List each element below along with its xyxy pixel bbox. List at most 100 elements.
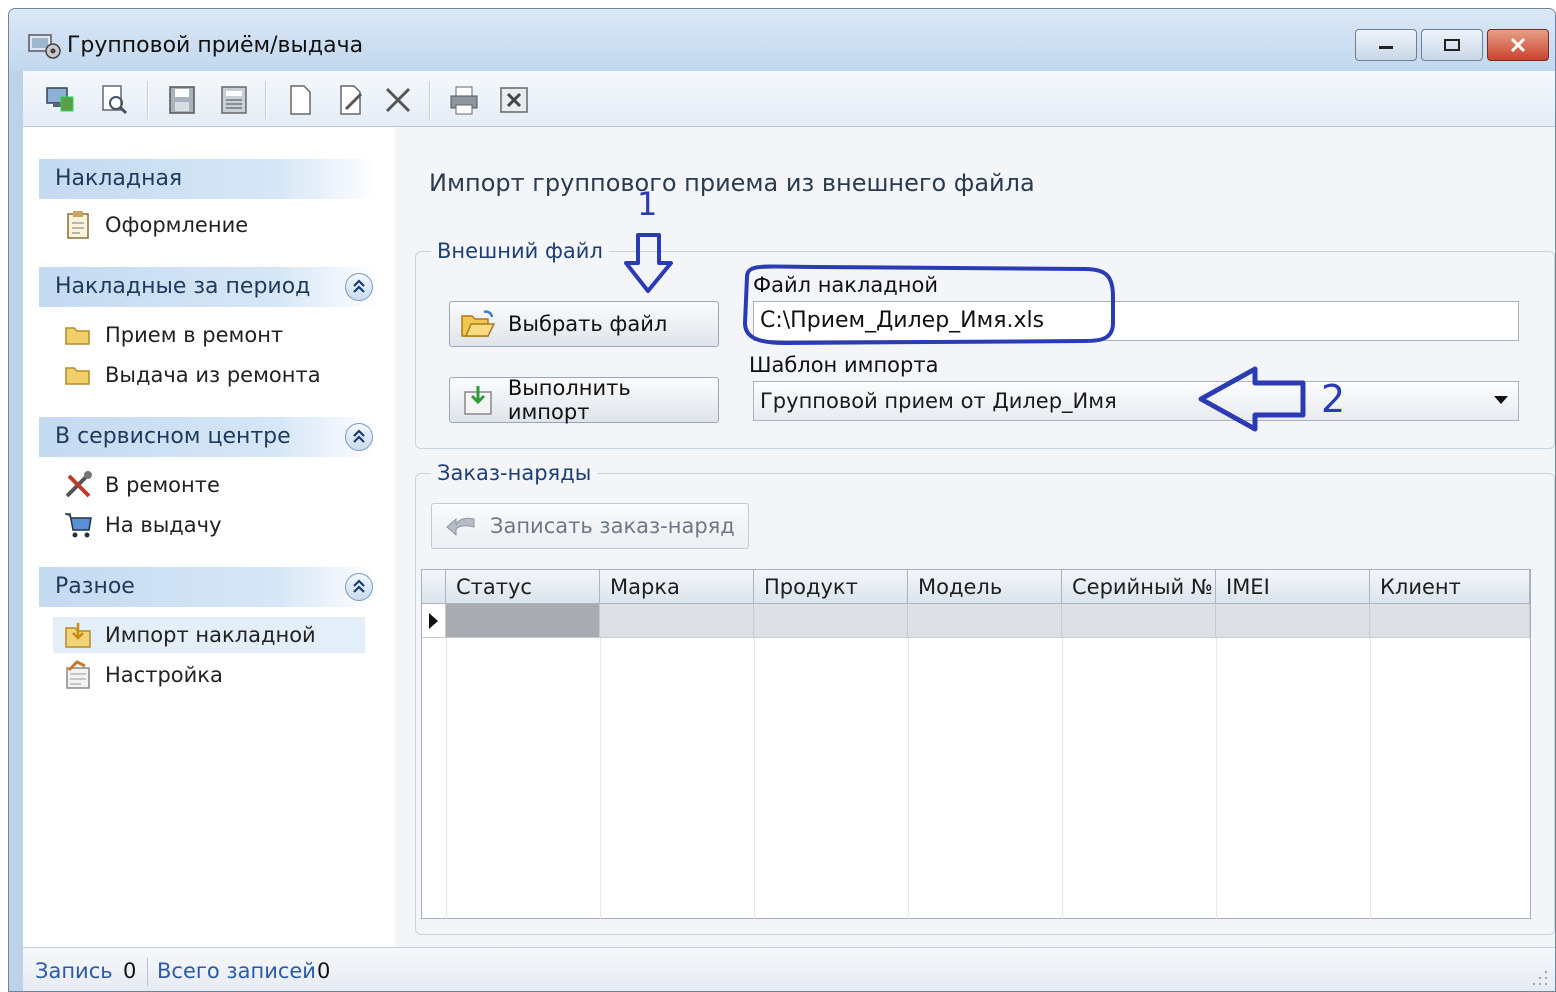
sidebar-item-intake[interactable]: Прием в ремонт [63,317,283,353]
grid-line [1062,638,1063,920]
sidebar-item-label: Настройка [105,663,223,687]
client-area: Накладная Оформление Накладные за период… [23,127,1555,947]
total-records-value: 0 [317,959,331,983]
collapse-group-button[interactable] [345,273,373,301]
choose-file-label: Выбрать файл [508,312,668,336]
sidebar-item-label: На выдачу [105,513,222,537]
close-button[interactable] [1487,29,1549,61]
row-indicator[interactable] [422,604,446,638]
table-cell[interactable] [1216,604,1370,638]
resize-grip-icon[interactable] [1527,966,1547,986]
window-title: Групповой приём/выдача [67,33,364,58]
file-path-input[interactable]: C:\Прием_Дилер_Имя.xls [753,301,1519,341]
return-arrow-icon [442,510,478,542]
toolbar-separator [265,81,267,119]
preview-icon [102,85,128,115]
file-invoice-label: Файл накладной [753,273,939,297]
column-header-status[interactable]: Статус [446,570,600,604]
total-records-label: Всего записей [157,959,316,983]
group-header-label: Накладные за период [55,274,311,299]
app-icon [28,34,61,59]
toolbar-save-button[interactable] [165,83,199,117]
toolbar-separator [429,81,431,119]
annotation-number-2: 2 [1321,377,1346,421]
sidebar-item-label: Прием в ремонт [105,323,284,347]
grid-line [1216,638,1217,920]
page-title: Импорт группового приема из внешнего фай… [429,169,1035,197]
chevron-up-icon [353,279,365,293]
grid-line [908,638,909,920]
toolbar-excel-button[interactable] [497,83,531,117]
table-cell[interactable] [754,604,908,638]
external-file-legend: Внешний файл [431,239,609,263]
delete-icon [385,87,411,113]
maximize-icon [1444,39,1460,51]
toolbar-preview-button[interactable] [97,83,131,117]
toolbar-save-all-button[interactable] [217,83,251,117]
toolbar-computer-button[interactable] [43,83,77,117]
row-indicator-header [422,570,446,604]
grid-line [600,638,601,920]
column-header-serial[interactable]: Серийный № [1062,570,1216,604]
table-cell[interactable] [1062,604,1216,638]
cart-icon [63,510,93,540]
toolbar-separator [147,81,149,119]
excel-icon [500,87,528,113]
sidebar-item-release[interactable]: Выдача из ремонта [63,357,321,393]
column-header-imei[interactable]: IMEI [1216,570,1370,604]
table-cell[interactable] [1370,604,1530,638]
sidebar-item-label: В ремонте [105,473,220,497]
column-header-model[interactable]: Модель [908,570,1062,604]
choose-file-button[interactable]: Выбрать файл [449,301,719,347]
record-value: 0 [123,959,137,983]
save-order-button[interactable]: Записать заказ-наряд [431,503,749,549]
save-all-icon [221,86,247,114]
close-icon [1510,37,1526,53]
table-cell[interactable] [446,604,600,638]
minimize-button[interactable] [1355,29,1417,61]
edit-icon [340,85,363,115]
record-label: Запись [35,959,113,983]
title-bar: Групповой приём/выдача [9,9,1555,71]
computer-icon [46,87,74,112]
sidebar-group-invoice[interactable]: Накладная [39,159,379,199]
toolbar-edit-button[interactable] [333,83,367,117]
column-header-brand[interactable]: Марка [600,570,754,604]
save-order-label: Записать заказ-наряд [490,514,735,538]
sidebar-item-import-invoice[interactable]: Импорт накладной [53,617,365,653]
folder-icon [63,360,93,390]
column-header-product[interactable]: Продукт [754,570,908,604]
column-header-client[interactable]: Клиент [1370,570,1530,604]
sidebar-item-ready[interactable]: На выдачу [63,507,222,543]
sidebar-group-period[interactable]: Накладные за период [39,267,379,307]
save-icon [169,86,195,114]
collapse-group-button[interactable] [345,423,373,451]
group-header-label: Разное [55,574,135,599]
grid-line [754,638,755,920]
group-header-label: Накладная [55,166,183,191]
maximize-button[interactable] [1421,29,1483,61]
toolbar-new-button[interactable] [283,83,317,117]
sidebar-group-service-center[interactable]: В сервисном центре [39,417,379,457]
sidebar-item-label: Импорт накладной [105,623,316,647]
import-icon [63,620,93,650]
orders-table[interactable]: Статус Марка Продукт Модель Серийный № I… [421,569,1531,920]
import-template-select[interactable]: Групповой прием от Дилер_Имя [753,381,1519,421]
settings-icon [63,660,93,690]
new-doc-icon [290,85,311,115]
table-cell[interactable] [908,604,1062,638]
table-cell[interactable] [600,604,754,638]
toolbar [23,71,1555,127]
sidebar-item-registration[interactable]: Оформление [63,207,248,243]
row-pointer-icon [429,613,438,629]
toolbar-delete-button[interactable] [381,83,415,117]
status-separator [147,958,148,986]
collapse-group-button[interactable] [345,573,373,601]
run-import-button[interactable]: Выполнить импорт [449,376,719,424]
sidebar-group-misc[interactable]: Разное [39,567,379,607]
import-run-icon [460,384,496,416]
toolbar-print-button[interactable] [447,83,481,117]
sidebar-item-in-repair[interactable]: В ремонте [63,467,220,503]
folder-icon [63,320,93,350]
sidebar-item-settings[interactable]: Настройка [63,657,223,693]
